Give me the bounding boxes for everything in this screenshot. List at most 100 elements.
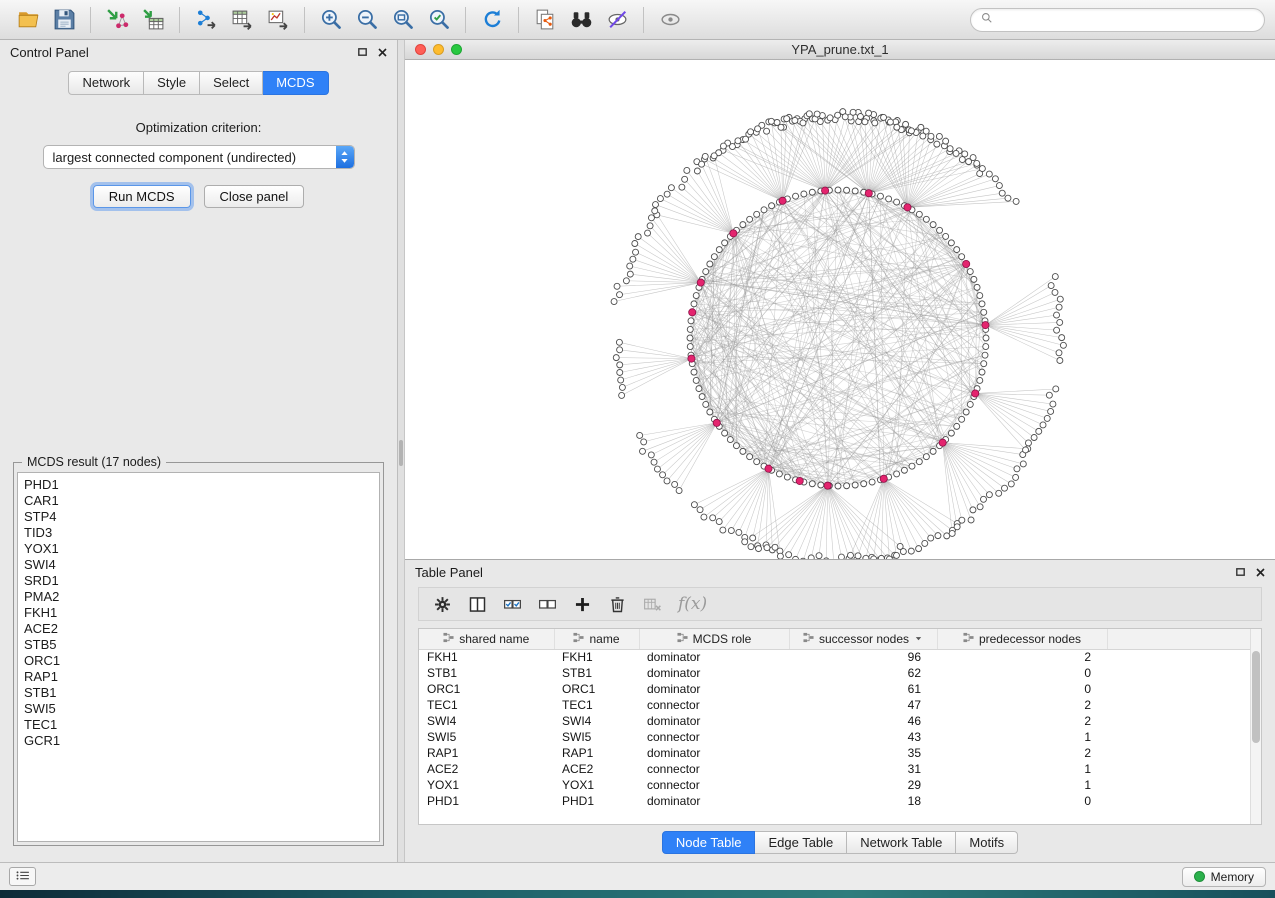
column-type-icon (443, 632, 454, 646)
import-table-icon[interactable] (135, 5, 171, 35)
export-table-icon[interactable] (224, 5, 260, 35)
mcds-result-item[interactable]: YOX1 (24, 541, 379, 557)
hide-graphics-details-icon[interactable] (599, 5, 635, 35)
search-box[interactable] (970, 8, 1265, 32)
tab-edge-table[interactable]: Edge Table (755, 831, 847, 854)
table-row[interactable]: SWI4SWI4dominator462 (419, 713, 1261, 729)
open-session-icon[interactable] (10, 5, 46, 35)
float-panel-icon[interactable] (358, 48, 367, 56)
mcds-result-item[interactable]: SWI5 (24, 701, 379, 717)
splitter-thumb[interactable] (399, 440, 403, 466)
toolbar-separator (179, 7, 180, 33)
mcds-result-item[interactable]: CAR1 (24, 493, 379, 509)
optimization-select[interactable]: largest connected component (undirected) (43, 145, 355, 169)
zoom-selected-icon[interactable] (421, 5, 457, 35)
tab-motifs[interactable]: Motifs (956, 831, 1018, 854)
float-table-panel-icon[interactable] (1236, 568, 1245, 576)
mcds-result-item[interactable]: TID3 (24, 525, 379, 541)
export-network-icon[interactable] (188, 5, 224, 35)
table-row[interactable]: STB1STB1dominator620 (419, 665, 1261, 681)
main-area: Control Panel NetworkStyleSelectMCDS Opt… (0, 40, 1275, 862)
mcds-result-item[interactable]: PMA2 (24, 589, 379, 605)
column-header-name[interactable]: name (554, 629, 639, 649)
mcds-result-item[interactable]: TEC1 (24, 717, 379, 733)
close-table-panel-icon[interactable] (1256, 568, 1265, 577)
cell-successors: 43 (789, 729, 937, 745)
application-window: Control Panel NetworkStyleSelectMCDS Opt… (0, 0, 1275, 898)
status-menu-button[interactable] (9, 867, 36, 886)
save-session-icon[interactable] (46, 5, 82, 35)
window-zoom-button[interactable] (451, 44, 462, 55)
run-mcds-button[interactable]: Run MCDS (93, 185, 191, 208)
search-network-icon[interactable] (563, 5, 599, 35)
network-canvas[interactable] (405, 60, 1275, 559)
cell-role: connector (639, 697, 789, 713)
cell-shared_name: ACE2 (419, 761, 554, 777)
table-row[interactable]: FKH1FKH1dominator962 (419, 649, 1261, 665)
mcds-result-list[interactable]: PHD1CAR1STP4TID3YOX1SWI4SRD1PMA2FKH1ACE2… (17, 472, 380, 842)
mcds-result-item[interactable]: STB1 (24, 685, 379, 701)
table-row[interactable]: SWI5SWI5connector431 (419, 729, 1261, 745)
tab-select[interactable]: Select (200, 71, 263, 95)
zoom-fit-icon[interactable] (385, 5, 421, 35)
menu-list-icon (15, 869, 31, 884)
window-close-button[interactable] (415, 44, 426, 55)
column-header-successors[interactable]: successor nodes (789, 629, 937, 649)
network-window-titlebar: YPA_prune.txt_1 (405, 40, 1275, 60)
show-graphics-details-icon[interactable] (652, 5, 688, 35)
zoom-out-icon[interactable] (349, 5, 385, 35)
delete-column-icon[interactable] (602, 590, 632, 618)
table-row[interactable]: YOX1YOX1connector291 (419, 777, 1261, 793)
mcds-result-item[interactable]: ORC1 (24, 653, 379, 669)
table-row[interactable]: TEC1TEC1connector472 (419, 697, 1261, 713)
clone-network-icon[interactable] (527, 5, 563, 35)
table-row[interactable]: RAP1RAP1dominator352 (419, 745, 1261, 761)
column-header-shared_name[interactable]: shared name (419, 629, 554, 649)
column-header-role[interactable]: MCDS role (639, 629, 789, 649)
cell-role: dominator (639, 665, 789, 681)
window-minimize-button[interactable] (433, 44, 444, 55)
mcds-result-item[interactable]: PHD1 (24, 477, 379, 493)
mcds-result-item[interactable]: SWI4 (24, 557, 379, 573)
network-graph[interactable] (405, 60, 1275, 559)
table-settings-icon[interactable] (427, 590, 457, 618)
table-row[interactable]: ORC1ORC1dominator610 (419, 681, 1261, 697)
cell-predecessors: 1 (937, 761, 1107, 777)
mcds-panel-body: Optimization criterion: largest connecte… (0, 98, 397, 458)
cell-role: dominator (639, 745, 789, 761)
search-input[interactable] (999, 12, 1255, 27)
close-panel-icon[interactable] (378, 48, 387, 57)
table-scrollbar-thumb[interactable] (1252, 651, 1260, 743)
mcds-result-item[interactable]: STB5 (24, 637, 379, 653)
mcds-result-item[interactable]: FKH1 (24, 605, 379, 621)
add-column-icon[interactable] (567, 590, 597, 618)
mcds-result-item[interactable]: ACE2 (24, 621, 379, 637)
deselect-all-icon[interactable] (532, 590, 562, 618)
tab-mcds[interactable]: MCDS (263, 71, 328, 95)
column-visibility-icon[interactable] (462, 590, 492, 618)
tab-network-table[interactable]: Network Table (847, 831, 956, 854)
table-header-row: shared namenameMCDS rolesuccessor nodesp… (419, 629, 1261, 649)
close-panel-button[interactable]: Close panel (204, 185, 305, 208)
tab-node-table[interactable]: Node Table (662, 831, 756, 854)
zoom-in-icon[interactable] (313, 5, 349, 35)
delete-table-icon (637, 590, 667, 618)
tab-style[interactable]: Style (144, 71, 200, 95)
mcds-result-item[interactable]: SRD1 (24, 573, 379, 589)
table-scrollbar[interactable] (1250, 629, 1261, 824)
panel-splitter[interactable] (398, 40, 405, 862)
column-header-predecessors[interactable]: predecessor nodes (937, 629, 1107, 649)
refresh-icon[interactable] (474, 5, 510, 35)
table-row[interactable]: PHD1PHD1dominator180 (419, 793, 1261, 809)
export-image-icon[interactable] (260, 5, 296, 35)
cell-shared_name: STB1 (419, 665, 554, 681)
mcds-result-item[interactable]: STP4 (24, 509, 379, 525)
tab-network[interactable]: Network (68, 71, 144, 95)
memory-button[interactable]: Memory (1182, 867, 1266, 887)
mcds-result-item[interactable]: RAP1 (24, 669, 379, 685)
import-network-icon[interactable] (99, 5, 135, 35)
table-row[interactable]: ACE2ACE2connector311 (419, 761, 1261, 777)
select-all-icon[interactable] (497, 590, 527, 618)
mcds-result-item[interactable]: GCR1 (24, 733, 379, 749)
select-stepper-icon (336, 146, 354, 168)
